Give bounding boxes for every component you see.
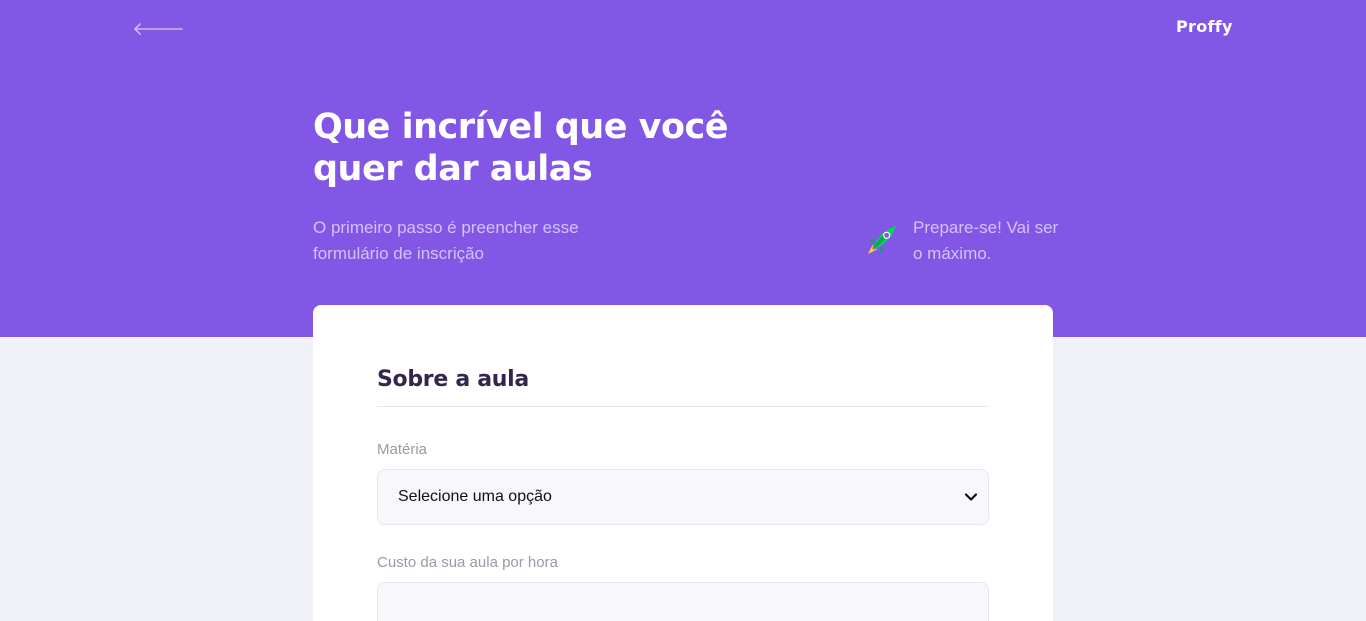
form-section-title: Sobre a aula bbox=[377, 367, 989, 407]
form-card: Sobre a aula Matéria Selecione uma opção… bbox=[313, 305, 1053, 621]
page-description: O primeiro passo é preencher esse formul… bbox=[313, 218, 579, 263]
back-button[interactable] bbox=[132, 18, 184, 40]
cost-label: Custo da sua aula por hora bbox=[377, 554, 558, 571]
subject-select[interactable]: Selecione uma opção bbox=[377, 469, 989, 525]
page-title: Que incrível que você quer dar aulas bbox=[313, 107, 729, 189]
subject-select-value: Selecione uma opção bbox=[398, 488, 552, 505]
rocket-icon bbox=[867, 225, 897, 255]
subject-label: Matéria bbox=[377, 441, 428, 458]
chevron-down-icon bbox=[964, 493, 978, 501]
arrow-left-icon bbox=[134, 23, 183, 35]
cost-input[interactable] bbox=[377, 582, 989, 621]
proffy-logo: Proffy bbox=[1176, 17, 1233, 36]
tip-text: Prepare-se! Vai ser o máximo. bbox=[913, 218, 1059, 263]
